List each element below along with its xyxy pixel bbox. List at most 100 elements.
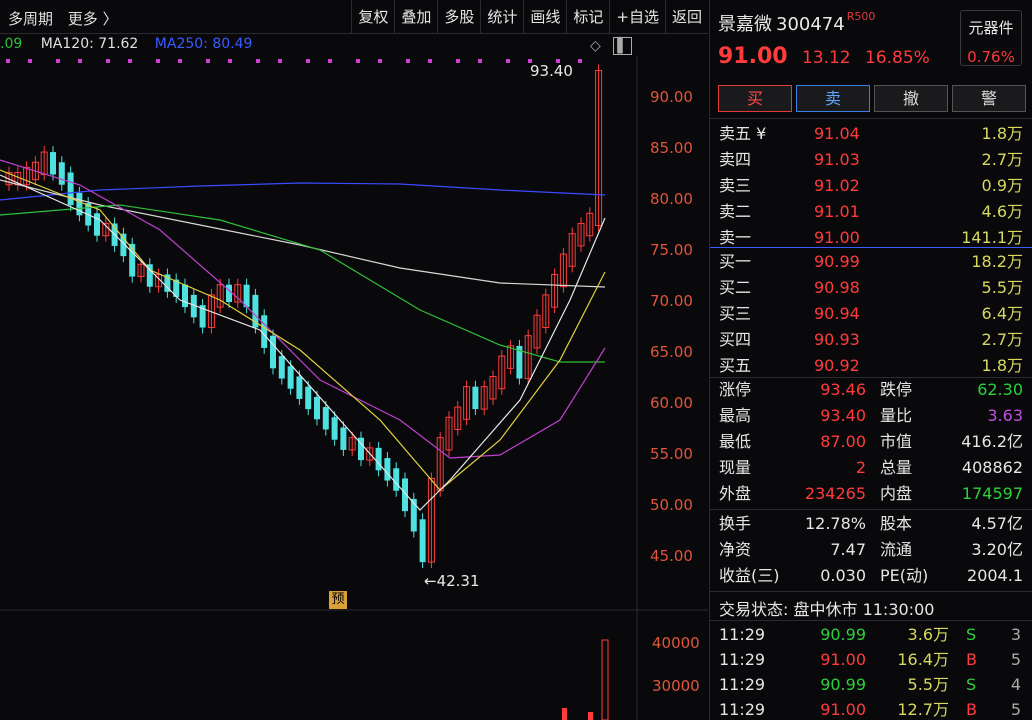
candle-body (94, 213, 100, 236)
stat-value: 0.030 (820, 566, 866, 585)
stock-app: 多周期 更多 〉 复权 叠加 多股 统计 画线 标记 +自选 返回 .09 MA120: 71… (0, 0, 1032, 720)
price-tick: 65.00 (650, 343, 693, 361)
asks-row: 卖二 91.01 4.6万 (710, 199, 1032, 225)
stat-value: 2 (855, 458, 866, 477)
book-label: 买二 (719, 278, 752, 297)
stat-label: 总量 (880, 458, 913, 477)
sector-button[interactable]: 元器件 0.76% (960, 10, 1022, 66)
book-volume: 0.9万 (981, 176, 1023, 195)
marker-dot (278, 59, 282, 63)
marker-dot (56, 59, 60, 63)
trade-buttons: 买 卖 撤 警 (718, 85, 1026, 112)
marker-dot (406, 59, 410, 63)
quote-panel: 景嘉微 300474 R500 元器件 0.76% 91.00 13.12 16.8… (709, 0, 1032, 720)
candlestick-chart[interactable] (0, 0, 708, 720)
cancel-button[interactable]: 撤 (874, 85, 948, 112)
stat-value: 4.57亿 (971, 514, 1023, 533)
book-label: 买一 (719, 252, 752, 271)
marker-dot (356, 59, 360, 63)
book-label: 卖二 (719, 202, 752, 221)
marker-dot (206, 59, 210, 63)
bids-row: 买三 90.94 6.4万 (710, 301, 1032, 327)
stat-row: 现量 2 总量 408862 (710, 455, 1032, 481)
book-label: 卖三 (719, 176, 752, 195)
book-volume: 2.7万 (981, 150, 1023, 169)
candle-body (331, 417, 338, 440)
stat-value: 87.00 (820, 432, 866, 451)
stat-value: 2004.1 (967, 566, 1023, 585)
tick-direction: B (966, 650, 977, 669)
book-price: 91.04 (814, 124, 860, 143)
stat-row: 净资 7.47 流通 3.20亿 (710, 537, 1032, 563)
tick-volume: 16.4万 (897, 650, 949, 669)
tick-time: 11:29 (719, 675, 766, 694)
buy-button[interactable]: 买 (718, 85, 792, 112)
current-price: 91.00 (718, 44, 788, 69)
book-price: 90.93 (814, 330, 860, 349)
price-tick: 85.00 (650, 139, 693, 157)
stat-label: 涨停 (719, 380, 752, 399)
marker-dot (478, 59, 482, 63)
marker-dot (456, 59, 460, 63)
stat-value: 12.78% (804, 514, 866, 533)
marker-dot (228, 59, 232, 63)
stat-label: 市值 (880, 432, 913, 451)
stat-row: 涨停 93.46 跌停 62.30 (710, 377, 1032, 403)
candle-body (384, 458, 391, 481)
bids-row: 买一 90.99 18.2万 (710, 249, 1032, 275)
candle-body (393, 468, 400, 491)
stat-value: 7.47 (830, 540, 866, 559)
trade-status: 交易状态: 盘中休市 11:30:00 (719, 600, 935, 619)
stat-label: 净资 (719, 540, 752, 559)
stat-label: 外盘 (719, 484, 752, 503)
tick-volume: 12.7万 (897, 700, 949, 719)
price-tick: 70.00 (650, 292, 693, 310)
stat-value: 408862 (961, 458, 1023, 477)
low-label: ←42.31 (424, 572, 480, 590)
stat-value: 174597 (961, 484, 1023, 503)
book-label: 买五 (719, 356, 752, 375)
sell-button[interactable]: 卖 (796, 85, 870, 112)
stat-row: 外盘 234265 内盘 174597 (710, 481, 1032, 507)
alert-button[interactable]: 警 (952, 85, 1026, 112)
tick-volume: 3.6万 (907, 625, 949, 644)
book-volume: 5.5万 (981, 278, 1023, 297)
stat-label: 跌停 (880, 380, 913, 399)
bid-book: 买一 90.99 18.2万买二 90.98 5.5万买三 90.94 6.4万买四 90.9… (710, 249, 1032, 379)
book-price: 90.94 (814, 304, 860, 323)
tick-time: 11:29 (719, 700, 766, 719)
stock-name: 景嘉微 (718, 14, 772, 35)
book-volume: 1.8万 (981, 356, 1023, 375)
price-change: 13.12 (801, 48, 851, 68)
candle-body (472, 386, 479, 410)
tick-time: 11:29 (719, 625, 766, 644)
book-label: 卖五 ¥ (719, 124, 767, 143)
bids-row: 买四 90.93 2.7万 (710, 327, 1032, 353)
stat-label: 现量 (719, 458, 752, 477)
tick-price: 91.00 (820, 700, 866, 719)
price-tick: 50.00 (650, 496, 693, 514)
tick-count: 5 (1010, 700, 1021, 719)
price-pct: 16.85% (864, 48, 930, 68)
sector-name: 元器件 (968, 19, 1014, 37)
stat-label: 最高 (719, 406, 752, 425)
book-price: 90.98 (814, 278, 860, 297)
stat-value: 234265 (804, 484, 866, 503)
chart-panel: 多周期 更多 〉 复权 叠加 多股 统计 画线 标记 +自选 返回 .09 MA120: 71… (0, 0, 708, 720)
tick-price: 91.00 (820, 650, 866, 669)
book-label: 买三 (719, 304, 752, 323)
tick-direction: B (966, 700, 977, 719)
price-tick: 60.00 (650, 394, 693, 412)
stats-block-1: 涨停 93.46 跌停 62.30 最高 93.40 量比 3.63 最低 87.00 市值 416.… (710, 377, 1032, 507)
price-tick: 45.00 (650, 547, 693, 565)
candle-body (375, 447, 382, 471)
marker-dot (378, 59, 382, 63)
tick-row: 11:29 91.00 16.4万 B 5 (710, 647, 1032, 672)
book-price: 90.99 (814, 252, 860, 271)
ask-book: 卖五 ¥ 91.04 1.8万 卖四 91.03 2.7万 卖三 91.02 0.9万 卖二 91.… (710, 121, 1032, 251)
tick-price: 90.99 (820, 675, 866, 694)
price-line: 91.00 13.12 16.85% (718, 44, 930, 69)
book-volume: 6.4万 (981, 304, 1023, 323)
asks-row: 卖四 91.03 2.7万 (710, 147, 1032, 173)
book-volume: 18.2万 (971, 252, 1023, 271)
